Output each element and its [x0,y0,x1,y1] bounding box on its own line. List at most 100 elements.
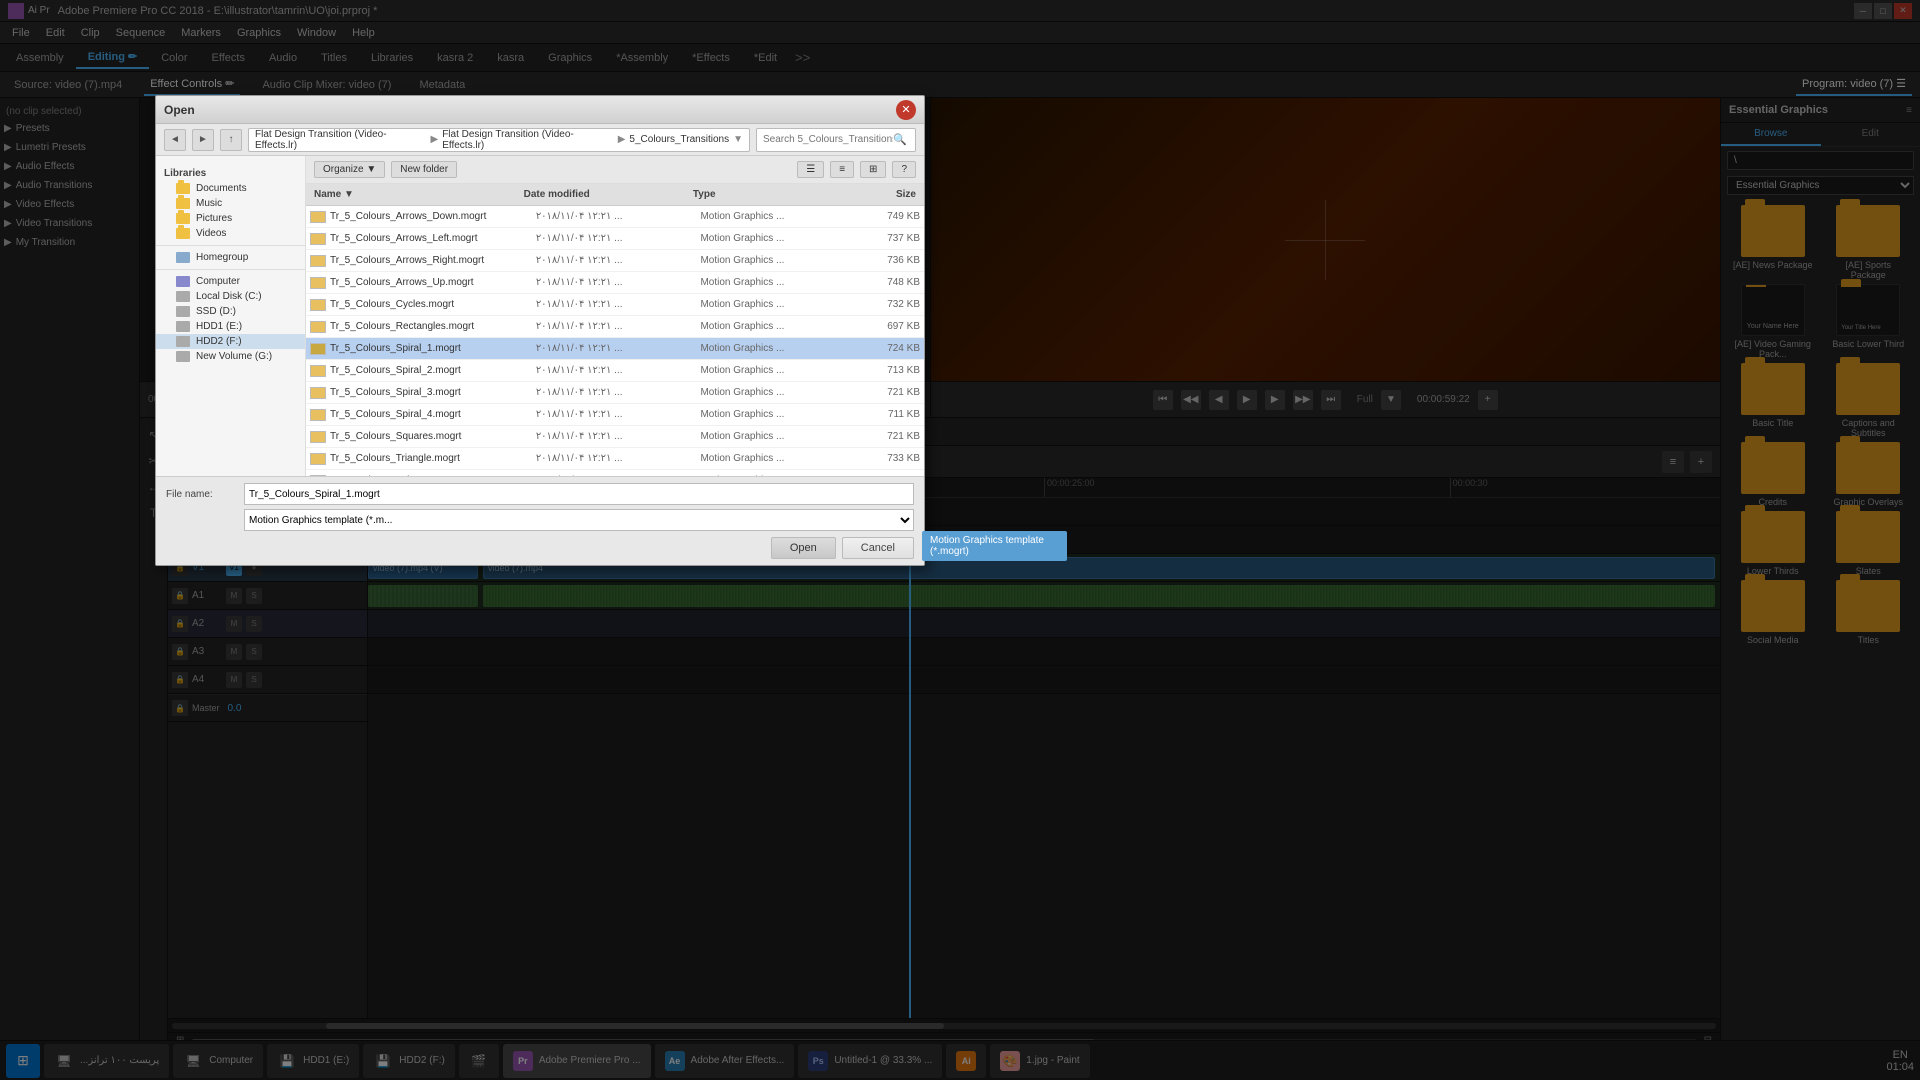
file-name-4: Tr_5_Colours_Cycles.mogrt [330,299,536,310]
file-name-0: Tr_5_Colours_Arrows_Down.mogrt [330,211,536,222]
sidebar-pictures[interactable]: Pictures [156,211,305,226]
file-row-11[interactable]: Tr_5_Colours_Triangle.mogrt ۲۰۱۸/۱۱/۰۴ ۱… [306,448,924,470]
dialog-body: Libraries Documents Music Pictures Video… [156,156,924,476]
bc-part3[interactable]: 5_Colours_Transitions [629,134,729,145]
bc-dropdown[interactable]: ▼ [733,134,743,145]
file-date-1: ۲۰۱۸/۱۱/۰۴ ۱۲:۲۱ ... [536,233,701,244]
file-size-12: 699 KB [838,475,920,476]
file-type-8: Motion Graphics ... [700,387,837,398]
file-name-5: Tr_5_Colours_Rectangles.mogrt [330,321,536,332]
sidebar-drive-e-label: HDD1 (E:) [196,321,242,332]
file-row-3[interactable]: Tr_5_Colours_Arrows_Up.mogrt ۲۰۱۸/۱۱/۰۴ … [306,272,924,294]
sidebar-computer[interactable]: Computer [156,274,305,289]
file-row-4[interactable]: Tr_5_Colours_Cycles.mogrt ۲۰۱۸/۱۱/۰۴ ۱۲:… [306,294,924,316]
file-icon-6 [310,343,326,355]
file-type-1: Motion Graphics ... [700,233,837,244]
file-size-3: 748 KB [838,277,920,288]
file-icon-9 [310,409,326,421]
filetype-dropdown-popup[interactable]: Motion Graphics template (*.mogrt) [922,531,1067,561]
file-name-9: Tr_5_Colours_Spiral_4.mogrt [330,409,536,420]
drive-g-icon [176,351,190,362]
dialog-open-btn[interactable]: Open [771,537,836,559]
dialog-main: Organize ▼ New folder ☰ ≡ ⊞ ? Name ▼ Dat… [306,156,924,476]
sidebar-documents[interactable]: Documents [156,181,305,196]
file-row-6[interactable]: Tr_5_Colours_Spiral_1.mogrt ۲۰۱۸/۱۱/۰۴ ۱… [306,338,924,360]
file-row-1[interactable]: Tr_5_Colours_Arrows_Left.mogrt ۲۰۱۸/۱۱/۰… [306,228,924,250]
file-name-10: Tr_5_Colours_Squares.mogrt [330,431,536,442]
file-size-10: 721 KB [838,431,920,442]
dialog-title: Open [164,103,896,117]
file-type-7: Motion Graphics ... [700,365,837,376]
new-folder-btn[interactable]: New folder [391,161,457,178]
filetype-select[interactable]: Motion Graphics template (*.m... Motion … [244,509,914,531]
file-type-12: Motion Graphics ... [700,475,837,476]
file-icon-0 [310,211,326,223]
file-date-2: ۲۰۱۸/۱۱/۰۴ ۱۲:۲۱ ... [536,255,701,266]
sidebar-drive-g[interactable]: New Volume (G:) [156,349,305,364]
dialog-up-btn[interactable]: ↑ [220,129,242,151]
bc-arrow2: ▶ [618,134,626,145]
file-size-1: 737 KB [838,233,920,244]
file-row-7[interactable]: Tr_5_Colours_Spiral_2.mogrt ۲۰۱۸/۱۱/۰۴ ۱… [306,360,924,382]
file-row-5[interactable]: Tr_5_Colours_Rectangles.mogrt ۲۰۱۸/۱۱/۰۴… [306,316,924,338]
sidebar-homegroup[interactable]: Homegroup [156,250,305,265]
sidebar-drive-c[interactable]: Local Disk (C:) [156,289,305,304]
search-icon: 🔍 [893,133,907,146]
bc-arrow1: ▶ [431,134,439,145]
file-icon-7 [310,365,326,377]
dialog-search-input[interactable] [763,134,893,145]
sidebar-videos[interactable]: Videos [156,226,305,241]
file-row-0[interactable]: Tr_5_Colours_Arrows_Down.mogrt ۲۰۱۸/۱۱/۰… [306,206,924,228]
file-type-3: Motion Graphics ... [700,277,837,288]
pictures-folder-icon [176,213,190,224]
computer-icon [176,276,190,287]
file-list-header: Name ▼ Date modified Type Size [306,184,924,206]
sidebar-drive-e[interactable]: HDD1 (E:) [156,319,305,334]
file-size-7: 713 KB [838,365,920,376]
file-row-9[interactable]: Tr_5_Colours_Spiral_4.mogrt ۲۰۱۸/۱۱/۰۴ ۱… [306,404,924,426]
col-type-header[interactable]: Type [689,189,831,200]
sidebar-drive-f[interactable]: HDD2 (F:) [156,334,305,349]
sidebar-drive-d[interactable]: SSD (D:) [156,304,305,319]
file-list: Tr_5_Colours_Arrows_Down.mogrt ۲۰۱۸/۱۱/۰… [306,206,924,476]
col-name-header[interactable]: Name ▼ [310,189,520,200]
organize-btn[interactable]: Organize ▼ [314,161,385,178]
file-date-6: ۲۰۱۸/۱۱/۰۴ ۱۲:۲۱ ... [536,343,701,354]
file-name-3: Tr_5_Colours_Arrows_Up.mogrt [330,277,536,288]
col-size-header[interactable]: Size [831,189,920,200]
sidebar-computer-label: Computer [196,276,240,287]
bc-part2: Flat Design Transition (Video-Effects.lr… [442,129,614,151]
dialog-back-btn[interactable]: ◄ [164,129,186,151]
libraries-section-header: Libraries [156,164,305,181]
filename-input[interactable] [244,483,914,505]
drive-f-icon [176,336,190,347]
drive-d-icon [176,306,190,317]
dialog-cancel-btn[interactable]: Cancel [842,537,914,559]
file-icon-5 [310,321,326,333]
file-row-2[interactable]: Tr_5_Colours_Arrows_Right.mogrt ۲۰۱۸/۱۱/… [306,250,924,272]
file-size-9: 711 KB [838,409,920,420]
file-row-8[interactable]: Tr_5_Colours_Spiral_3.mogrt ۲۰۱۸/۱۱/۰۴ ۱… [306,382,924,404]
col-date-header[interactable]: Date modified [520,189,689,200]
file-row-10[interactable]: Tr_5_Colours_Squares.mogrt ۲۰۱۸/۱۱/۰۴ ۱۲… [306,426,924,448]
dialog-titlebar: Open ✕ [156,96,924,124]
view-details-btn[interactable]: ≡ [830,161,854,178]
file-icon-4 [310,299,326,311]
file-date-11: ۲۰۱۸/۱۱/۰۴ ۱۲:۲۱ ... [536,453,701,464]
view-options-btn[interactable]: ⊞ [860,161,886,178]
file-type-0: Motion Graphics ... [700,211,837,222]
dialog-forward-btn[interactable]: ► [192,129,214,151]
file-size-0: 749 KB [838,211,920,222]
dialog-close-btn[interactable]: ✕ [896,100,916,120]
file-icon-11 [310,453,326,465]
dropdown-option: Motion Graphics template (*.mogrt) [930,535,1044,557]
sidebar-music[interactable]: Music [156,196,305,211]
file-size-5: 697 KB [838,321,920,332]
view-list-btn[interactable]: ☰ [797,161,824,178]
file-row-12[interactable]: Tr_5_Colours_Tube_1.mogrt ۲۰۱۸/۱۱/۰۴ ۱۲:… [306,470,924,476]
sidebar-documents-label: Documents [196,183,247,194]
documents-folder-icon [176,183,190,194]
dialog-help-btn[interactable]: ? [892,161,916,178]
drive-e-icon [176,321,190,332]
file-icon-10 [310,431,326,443]
